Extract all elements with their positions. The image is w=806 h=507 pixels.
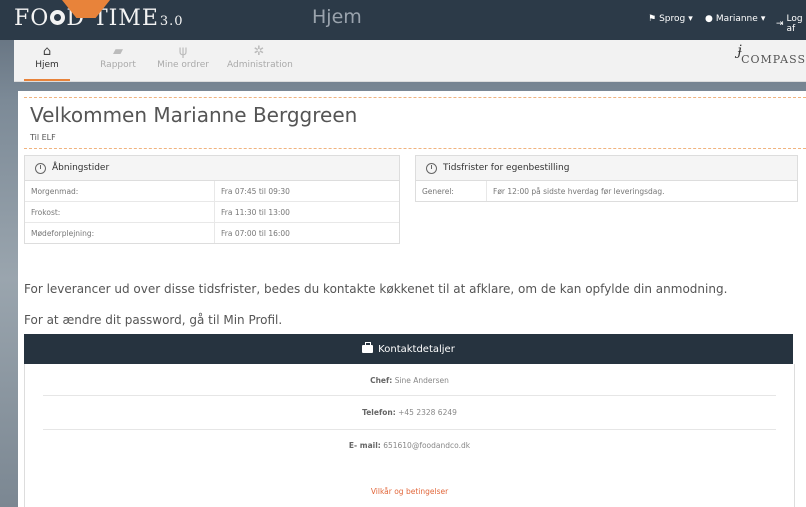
logo-o-mark xyxy=(50,10,66,25)
divider xyxy=(24,148,806,149)
meal-label: Frokost: xyxy=(31,207,61,217)
welcome-heading: Velkommen Marianne Berggreen xyxy=(30,103,358,127)
meal-label: Mødeforplejning: xyxy=(31,228,95,238)
contact-title: Kontaktdetaljer xyxy=(378,343,455,355)
clock-icon xyxy=(426,162,437,174)
user-name: Marianne xyxy=(715,14,758,24)
logout-icon: ⇥ xyxy=(776,19,784,29)
logo-text-part1: FO xyxy=(14,6,50,31)
email-value[interactable]: 651610@foodandco.dk xyxy=(383,441,470,450)
phone-line: Telefon: +45 2328 6249 xyxy=(25,408,794,417)
clock-icon xyxy=(35,162,46,174)
tab-label: Hjem xyxy=(35,60,59,70)
info-text-deadlines: For leverancer ud over disse tidsfrister… xyxy=(24,282,728,296)
table-row: Mødeforplejning: Fra 07:00 til 16:00 xyxy=(25,223,399,243)
terms-link[interactable]: Vilkår og betingelser xyxy=(25,487,794,496)
tab-label: Administration xyxy=(227,60,293,70)
info-text-password: For at ændre dit password, gå til Min Pr… xyxy=(24,313,283,327)
email-line: E- mail: 651610@foodandco.dk xyxy=(25,441,794,450)
contact-details: Chef: Sine Andersen Telefon: +45 2328 62… xyxy=(24,364,795,507)
briefcase-icon xyxy=(362,342,374,353)
chef-value: Sine Andersen xyxy=(394,376,449,385)
logout-link[interactable]: ⇥ Log af xyxy=(776,14,806,34)
flag-icon: ⚑ xyxy=(648,14,657,24)
logo-version: 3.0 xyxy=(159,14,184,29)
compass-logo: ɉ COMPASS xyxy=(737,43,806,66)
meal-time: Fra 07:45 til 09:30 xyxy=(214,181,399,201)
language-menu[interactable]: ⚑ Sprog ▾ xyxy=(648,14,693,24)
compass-text: COMPASS xyxy=(741,53,806,66)
tab-mine-ordrer[interactable]: ψ Mine ordrer xyxy=(152,40,214,81)
opening-hours-panel: Åbningstider Morgenmad: Fra 07:45 til 09… xyxy=(24,155,400,244)
home-icon: ⌂ xyxy=(42,44,52,59)
divider xyxy=(43,395,776,396)
divider xyxy=(43,429,776,430)
language-label: Sprog xyxy=(659,14,686,24)
table-row: Generel: Før 12:00 på sidste hverdag før… xyxy=(416,181,797,201)
contact-header: Kontaktdetaljer xyxy=(24,334,793,364)
tab-label: Mine ordrer xyxy=(157,60,209,70)
deadline-label: Generel: xyxy=(422,186,454,196)
tab-rapport[interactable]: ▰ Rapport xyxy=(94,40,142,81)
meal-time: Fra 07:00 til 16:00 xyxy=(214,223,399,243)
briefcase-icon: ▰ xyxy=(113,44,123,59)
panel-title: Åbningstider xyxy=(52,163,110,173)
user-icon: ● xyxy=(705,14,713,24)
main-nav: ⌂ Hjem ▰ Rapport ψ Mine ordrer ✲ Administrat… xyxy=(14,40,806,82)
tab-label: Rapport xyxy=(100,60,136,70)
meal-time: Fra 11:30 til 13:00 xyxy=(214,202,399,222)
logout-label: Log af xyxy=(786,14,803,34)
chef-line: Chef: Sine Andersen xyxy=(25,376,794,385)
tab-hjem[interactable]: ⌂ Hjem xyxy=(24,40,70,81)
user-menu[interactable]: ● Marianne ▾ xyxy=(705,14,765,24)
chef-label: Chef: xyxy=(370,376,393,385)
caret-down-icon: ▾ xyxy=(688,14,693,24)
main-content: Velkommen Marianne Berggreen Til ELF Åbn… xyxy=(18,91,806,507)
welcome-subtitle: Til ELF xyxy=(30,133,56,142)
table-row: Frokost: Fra 11:30 til 13:00 xyxy=(25,202,399,223)
phone-value: +45 2328 6249 xyxy=(398,408,457,417)
deadline-text: Før 12:00 på sidste hverdag før levering… xyxy=(486,181,797,201)
cutlery-icon: ψ xyxy=(178,44,188,59)
email-label: E- mail: xyxy=(348,441,381,450)
table-row: Morgenmad: Fra 07:45 til 09:30 xyxy=(25,181,399,202)
tab-administration[interactable]: ✲ Administration xyxy=(227,40,293,81)
top-bar: FO D TIME3.0 Hjem ⚑ Sprog ▾ ● Marianne ▾ ⇥ Log… xyxy=(0,0,806,40)
caret-down-icon: ▾ xyxy=(760,14,766,24)
compass-mark-icon: ɉ xyxy=(737,43,743,59)
panel-title: Tidsfrister for egenbestilling xyxy=(443,163,570,173)
page-title: Hjem xyxy=(312,6,362,28)
gear-icon: ✲ xyxy=(253,44,265,59)
phone-label: Telefon: xyxy=(362,408,396,417)
divider xyxy=(24,97,806,98)
deadlines-panel: Tidsfrister for egenbestilling Generel: … xyxy=(415,155,798,202)
meal-label: Morgenmad: xyxy=(31,186,79,196)
